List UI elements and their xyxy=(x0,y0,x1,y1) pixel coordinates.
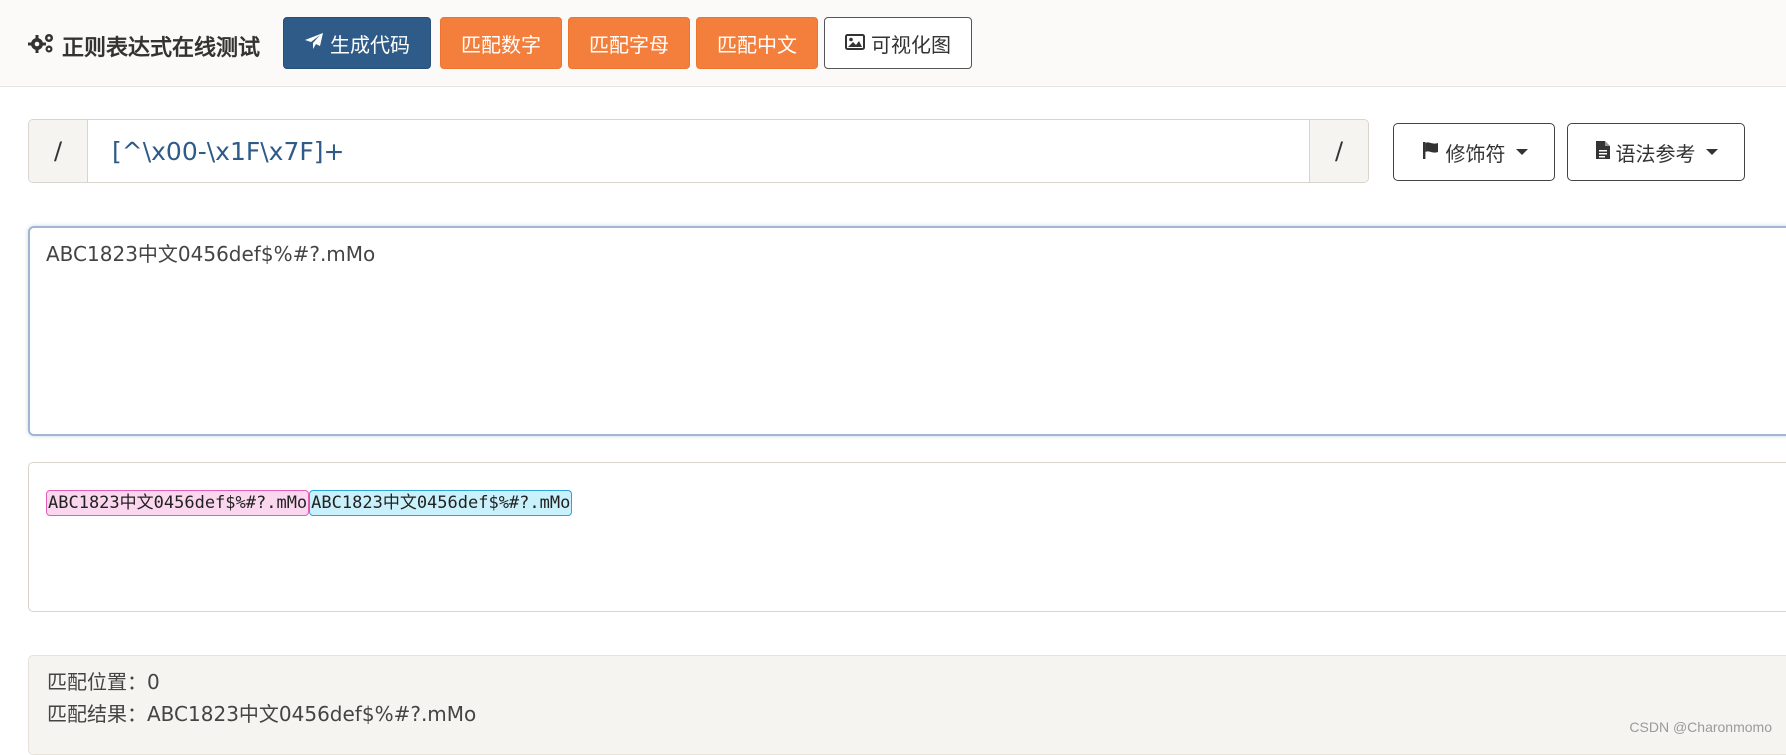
match-digits-label: 匹配数字 xyxy=(461,29,541,58)
match-position-label: 匹配位置： xyxy=(47,670,147,694)
match-result-value: ABC1823中文0456def$%#?.mMo xyxy=(147,702,476,726)
match-letters-label: 匹配字母 xyxy=(589,29,669,58)
regex-pattern-input[interactable] xyxy=(88,120,1310,182)
image-icon xyxy=(845,31,871,55)
regex-input-group: / / xyxy=(28,119,1369,183)
match-result-line: 匹配结果：ABC1823中文0456def$%#?.mMo xyxy=(47,698,1786,730)
generate-code-label: 生成代码 xyxy=(330,29,410,58)
flag-icon xyxy=(1421,140,1446,165)
syntax-reference-dropdown[interactable]: 语法参考 xyxy=(1567,123,1745,181)
match-digits-button[interactable]: 匹配数字 xyxy=(440,17,562,69)
test-string-textarea[interactable]: ABC1823中文0456def$%#?.mMo xyxy=(28,226,1786,436)
match-info-panel: 匹配位置：0 匹配结果：ABC1823中文0456def$%#?.mMo xyxy=(28,655,1786,755)
match-highlight-1: ABC1823中文0456def$%#?.mMo xyxy=(46,490,309,516)
generate-code-button[interactable]: 生成代码 xyxy=(283,17,431,69)
gears-icon xyxy=(28,31,62,61)
match-highlight-2: ABC1823中文0456def$%#?.mMo xyxy=(309,490,572,516)
modifiers-label: 修饰符 xyxy=(1446,138,1506,167)
syntax-reference-label: 语法参考 xyxy=(1616,138,1696,167)
regex-open-delimiter: / xyxy=(29,120,88,182)
top-toolbar: 正则表达式在线测试 生成代码 匹配数字 匹配字母 匹配中文 可视化图 xyxy=(0,0,1786,87)
match-result-label: 匹配结果： xyxy=(47,702,147,726)
match-chinese-label: 匹配中文 xyxy=(717,29,797,58)
app-title: 正则表达式在线测试 xyxy=(28,30,260,62)
regex-close-delimiter: / xyxy=(1309,120,1368,182)
match-list: ABC1823中文0456def$%#?.mMo ABC1823中文0456de… xyxy=(46,490,572,516)
match-highlight-panel: ABC1823中文0456def$%#?.mMo ABC1823中文0456de… xyxy=(28,462,1786,612)
match-letters-button[interactable]: 匹配字母 xyxy=(568,17,690,69)
modifiers-dropdown[interactable]: 修饰符 xyxy=(1393,123,1555,181)
app-title-text: 正则表达式在线测试 xyxy=(62,30,260,62)
document-icon xyxy=(1595,140,1616,165)
visualize-button[interactable]: 可视化图 xyxy=(824,17,972,69)
match-position-line: 匹配位置：0 xyxy=(47,666,1786,698)
match-chinese-button[interactable]: 匹配中文 xyxy=(696,17,818,69)
watermark: CSDN @Charonmomo xyxy=(1629,719,1772,735)
paper-plane-icon xyxy=(304,31,330,55)
caret-down-icon xyxy=(1516,149,1528,155)
caret-down-icon xyxy=(1706,149,1718,155)
visualize-label: 可视化图 xyxy=(871,29,951,58)
match-position-value: 0 xyxy=(147,670,160,694)
